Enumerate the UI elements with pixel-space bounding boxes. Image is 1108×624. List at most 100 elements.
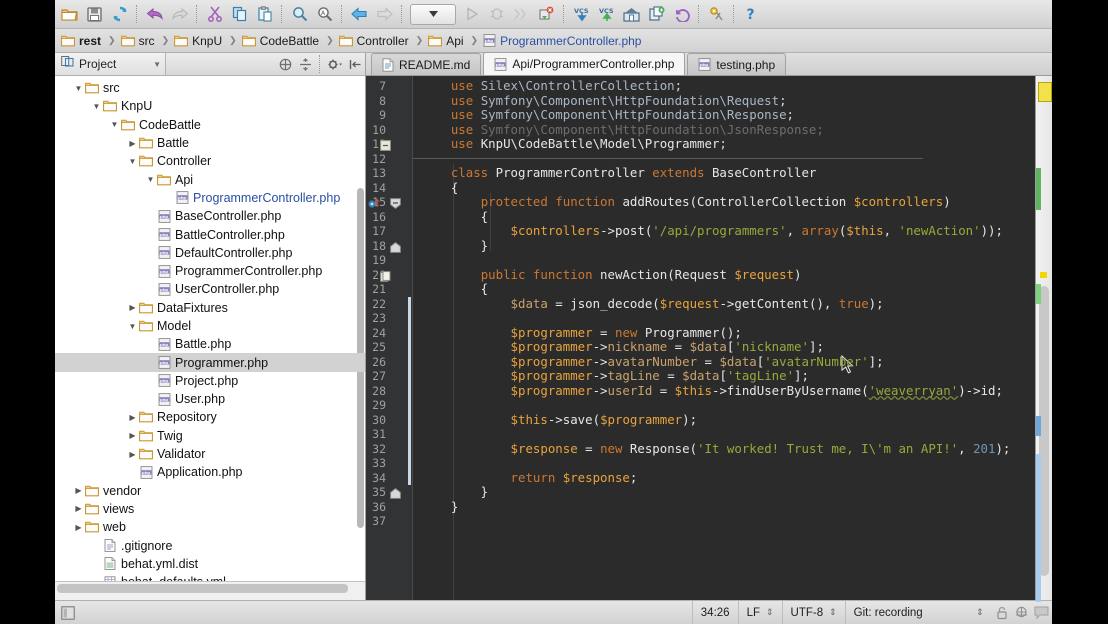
tree-item-programmercontroller-php[interactable]: php ProgrammerController.php: [55, 262, 365, 280]
caret-position[interactable]: 34:26: [691, 601, 738, 624]
tree-item-api[interactable]: ▼ Api: [55, 170, 365, 188]
vcs-changes-icon[interactable]: [644, 2, 669, 26]
tree-item-gitignore[interactable]: .gitignore: [55, 536, 365, 554]
project-tree[interactable]: ▼ src ▼ KnpU ▼ CodeBattle ▶ Battle ▼ Controller ▼ A…: [55, 76, 365, 581]
breadcrumb-item-controller[interactable]: Controller: [338, 29, 413, 52]
tree-item-usercontroller-php[interactable]: php UserController.php: [55, 280, 365, 298]
tree-item-repository[interactable]: ▶ Repository: [55, 408, 365, 426]
copy-icon[interactable]: [227, 2, 252, 26]
fold-open-icon[interactable]: [390, 196, 401, 214]
breadcrumb-item-codebattle[interactable]: CodeBattle: [241, 29, 323, 52]
save-all-icon[interactable]: [82, 2, 107, 26]
tree-item-programmercontroller-php[interactable]: php ProgrammerController.php: [55, 189, 365, 207]
fold-close-icon[interactable]: [390, 240, 401, 258]
vcs-revert-icon[interactable]: [669, 2, 694, 26]
chevron-right-icon[interactable]: ▶: [73, 523, 84, 532]
breadcrumb-item-knpu[interactable]: KnpU: [174, 29, 226, 52]
chevron-right-icon[interactable]: ▶: [127, 450, 138, 459]
back-arrow-icon[interactable]: [347, 2, 372, 26]
tree-item-knpu[interactable]: ▼ KnpU: [55, 97, 365, 115]
breadcrumb-item-api[interactable]: Api: [428, 29, 467, 52]
tree-item-defaultcontroller-php[interactable]: php DefaultController.php: [55, 244, 365, 262]
chevron-right-icon[interactable]: ▶: [73, 486, 84, 495]
chevron-down-icon[interactable]: ▼: [127, 322, 138, 331]
run-icon[interactable]: [459, 2, 484, 26]
inspection-icon[interactable]: [1012, 601, 1032, 624]
editor-tab-testing-php[interactable]: php testing.php: [687, 53, 787, 75]
marker-bar[interactable]: [1035, 76, 1052, 602]
chevron-down-icon[interactable]: ▼: [109, 120, 120, 129]
editor-gutter[interactable]: 7 8 9 10 11 12 13 14 15 16 17 18 19 20 21 22 23 24 25 26 27 2…: [366, 76, 413, 600]
tree-item-src[interactable]: ▼ src: [55, 79, 365, 97]
tree-item-programmer-php[interactable]: php Programmer.php: [55, 353, 365, 372]
tree-item-battlecontroller-php[interactable]: php BattleController.php: [55, 225, 365, 243]
expand-all-icon[interactable]: [295, 53, 315, 75]
tree-item-web[interactable]: ▶ web: [55, 518, 365, 536]
chevron-down-icon[interactable]: ▼: [91, 102, 102, 111]
tree-item-views[interactable]: ▶ views: [55, 500, 365, 518]
collapse-import-icon[interactable]: [380, 138, 391, 156]
vcs-widget[interactable]: Git: recording ⇕: [844, 601, 992, 624]
run-config-dropdown[interactable]: [410, 3, 456, 25]
chevron-down-icon[interactable]: ▼: [153, 60, 161, 69]
settings-icon[interactable]: [704, 2, 729, 26]
vcs-commit-icon[interactable]: VCS: [594, 2, 619, 26]
open-folder-icon[interactable]: [57, 2, 82, 26]
usage-marker-icon[interactable]: [380, 269, 391, 287]
tree-item-controller[interactable]: ▼ Controller: [55, 152, 365, 170]
tree-item-codebattle[interactable]: ▼ CodeBattle: [55, 116, 365, 134]
tree-item-behat-defaults-yml[interactable]: behat_defaults.yml: [55, 573, 365, 581]
find-icon[interactable]: [287, 2, 312, 26]
sync-icon[interactable]: [107, 2, 132, 26]
lock-icon[interactable]: [992, 601, 1012, 624]
override-method-icon[interactable]: [368, 196, 381, 214]
replace-icon[interactable]: A: [312, 2, 337, 26]
tree-item-user-php[interactable]: php User.php: [55, 390, 365, 408]
tree-item-vendor[interactable]: ▶ vendor: [55, 482, 365, 500]
tree-item-twig[interactable]: ▶ Twig: [55, 427, 365, 445]
undo-icon[interactable]: [142, 2, 167, 26]
tree-item-project-php[interactable]: php Project.php: [55, 372, 365, 390]
cut-icon[interactable]: [202, 2, 227, 26]
tree-item-model[interactable]: ▼ Model: [55, 317, 365, 335]
chevron-right-icon[interactable]: ▶: [127, 431, 138, 440]
line-separator-selector[interactable]: LF ⇕: [737, 601, 782, 624]
vcs-update-icon[interactable]: VCS: [569, 2, 594, 26]
hide-panel-icon[interactable]: [345, 53, 365, 75]
vcs-change-bar[interactable]: [408, 296, 411, 485]
breadcrumb-item-rest[interactable]: rest: [61, 29, 105, 52]
tree-item-behat-yml-dist[interactable]: behat.yml.dist: [55, 555, 365, 573]
gear-icon[interactable]: [325, 53, 345, 75]
chevron-right-icon[interactable]: ▶: [73, 504, 84, 513]
code-content[interactable]: use Silex\ControllerCollection; use Symf…: [413, 76, 1035, 600]
breadcrumb-item-programmercontroller-php[interactable]: php ProgrammerController.php: [483, 29, 645, 52]
tree-item-validator[interactable]: ▶ Validator: [55, 445, 365, 463]
tree-item-application-php[interactable]: php Application.php: [55, 463, 365, 481]
chevron-right-icon[interactable]: ▶: [127, 139, 138, 148]
tree-item-battle-php[interactable]: php Battle.php: [55, 335, 365, 353]
encoding-selector[interactable]: UTF-8 ⇕: [781, 601, 845, 624]
vcs-history-icon[interactable]: [619, 2, 644, 26]
forward-arrow-icon[interactable]: [372, 2, 397, 26]
stop-debugger-icon[interactable]: [534, 2, 559, 26]
chevron-right-icon[interactable]: ▶: [127, 413, 138, 422]
editor-tab-readme-md[interactable]: README.md: [371, 53, 482, 75]
paste-icon[interactable]: [252, 2, 277, 26]
breadcrumb-item-src[interactable]: src: [120, 29, 159, 52]
editor-tab-api-programmercontroller-php[interactable]: php Api/ProgrammerController.php: [483, 52, 686, 75]
fold-close-icon[interactable]: [390, 486, 401, 504]
tab-project[interactable]: Project ▼: [55, 53, 166, 75]
tree-item-battle[interactable]: ▶ Battle: [55, 134, 365, 152]
debug-icon[interactable]: [484, 2, 509, 26]
run-with-coverage-icon[interactable]: [509, 2, 534, 26]
chevron-down-icon[interactable]: ▼: [145, 175, 156, 184]
tree-horizontal-scrollbar[interactable]: [57, 584, 348, 593]
toolwindow-toggle-icon[interactable]: [61, 605, 75, 620]
chevron-right-icon[interactable]: ▶: [127, 303, 138, 312]
collapse-all-icon[interactable]: [275, 53, 295, 75]
help-icon[interactable]: ?: [739, 2, 764, 26]
tree-item-datafixtures[interactable]: ▶ DataFixtures: [55, 299, 365, 317]
event-log-icon[interactable]: [1032, 601, 1052, 624]
tree-item-basecontroller-php[interactable]: php BaseController.php: [55, 207, 365, 225]
chevron-down-icon[interactable]: ▼: [127, 157, 138, 166]
